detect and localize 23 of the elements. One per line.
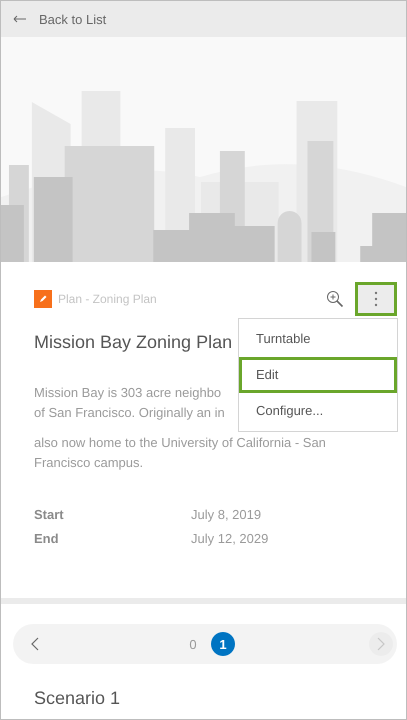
zoom-in-icon[interactable] [326, 290, 344, 308]
scenario-title: Scenario 1 [34, 688, 122, 709]
description-line: of San Francisco. Originally an in [34, 404, 225, 422]
description-line: Mission Bay is 303 acre neighbo [34, 384, 222, 402]
more-icon [374, 291, 378, 307]
description-line: also now home to the University of California - San [34, 434, 326, 452]
menu-item[interactable]: Turntable [239, 321, 397, 357]
pencil-icon [34, 290, 52, 308]
chevron-right-icon [377, 637, 385, 651]
item-type-label: Plan - Zoning Plan [58, 292, 158, 306]
menu-item[interactable]: Configure... [239, 393, 397, 429]
field-label: Start [34, 506, 65, 524]
page-button[interactable]: 1 [211, 632, 235, 656]
field-value: July 8, 2019 [191, 506, 262, 524]
back-arrow-icon [13, 15, 27, 23]
description-line: Francisco campus. [34, 454, 144, 472]
chevron-left-icon [31, 637, 39, 651]
plan-title: Mission Bay Zoning Plan [34, 332, 232, 353]
field-label: End [34, 530, 60, 548]
more-options-button[interactable] [355, 282, 397, 316]
back-button[interactable]: Back to List [13, 12, 106, 26]
menu-item[interactable]: Edit [239, 357, 397, 393]
field-value: July 12, 2029 [191, 530, 268, 548]
